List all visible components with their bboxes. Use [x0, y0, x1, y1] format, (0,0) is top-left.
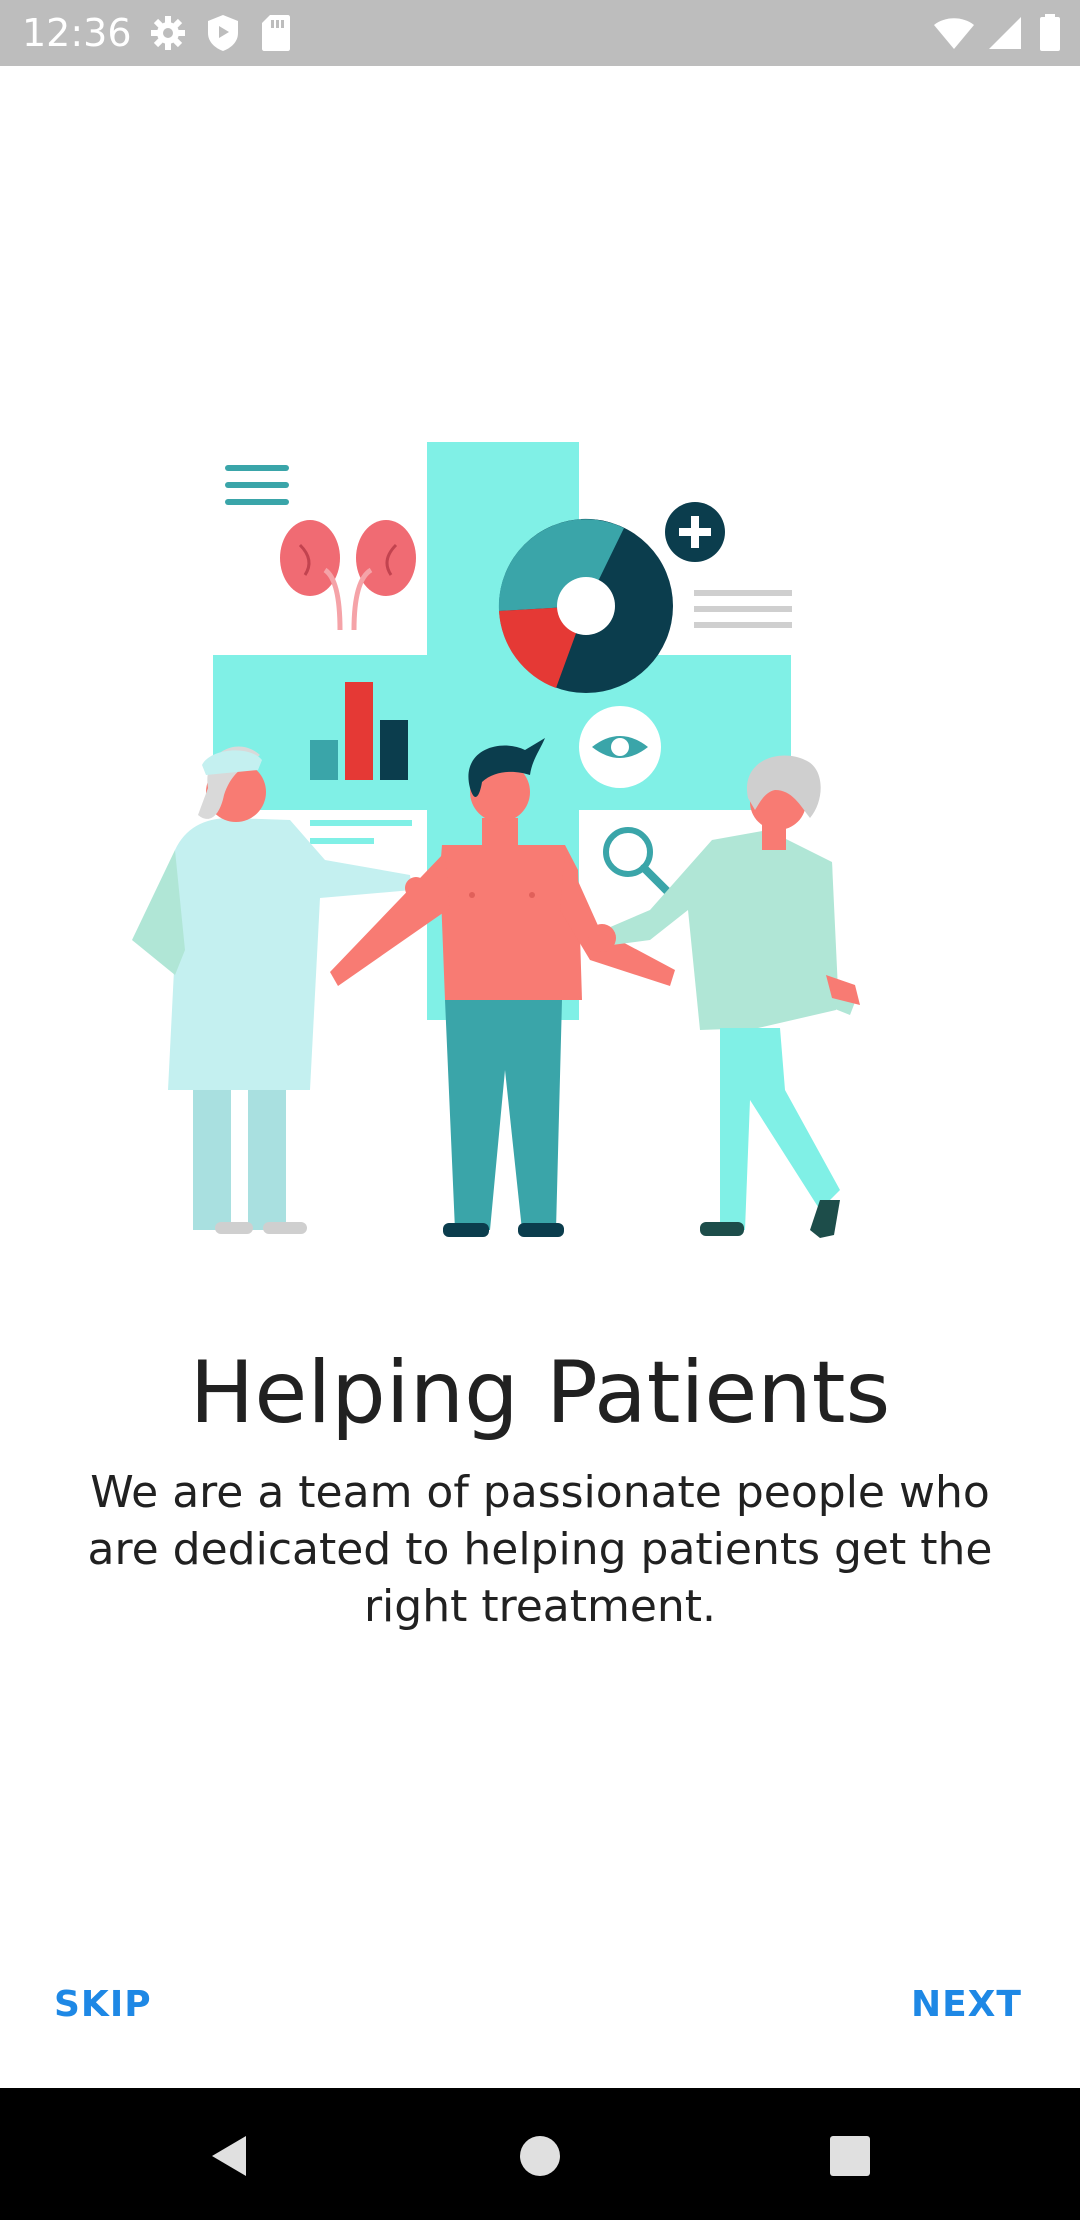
shield-icon: [205, 13, 241, 57]
home-icon[interactable]: [510, 2126, 570, 2186]
recents-icon[interactable]: [820, 2126, 880, 2186]
gear-icon: [148, 13, 188, 57]
wifi-icon: [932, 13, 976, 57]
next-button[interactable]: NEXT: [911, 1968, 1022, 2042]
battery-icon: [1038, 13, 1062, 57]
navigation-bar: [0, 2088, 1080, 2220]
skip-button[interactable]: SKIP: [54, 1968, 152, 2042]
status-icons-left: [148, 13, 292, 57]
status-icons-right: [932, 13, 1062, 57]
sd-card-icon: [260, 13, 292, 57]
status-time: 12:36: [22, 11, 132, 55]
status-bar: 12:36: [0, 0, 1080, 66]
signal-icon: [987, 13, 1023, 57]
back-icon[interactable]: [200, 2126, 260, 2186]
onboarding-illustration: [120, 430, 960, 1250]
onboarding-title: Helping Patients: [189, 1342, 891, 1443]
onboarding-description: We are a team of passionate people who a…: [87, 1467, 993, 1632]
